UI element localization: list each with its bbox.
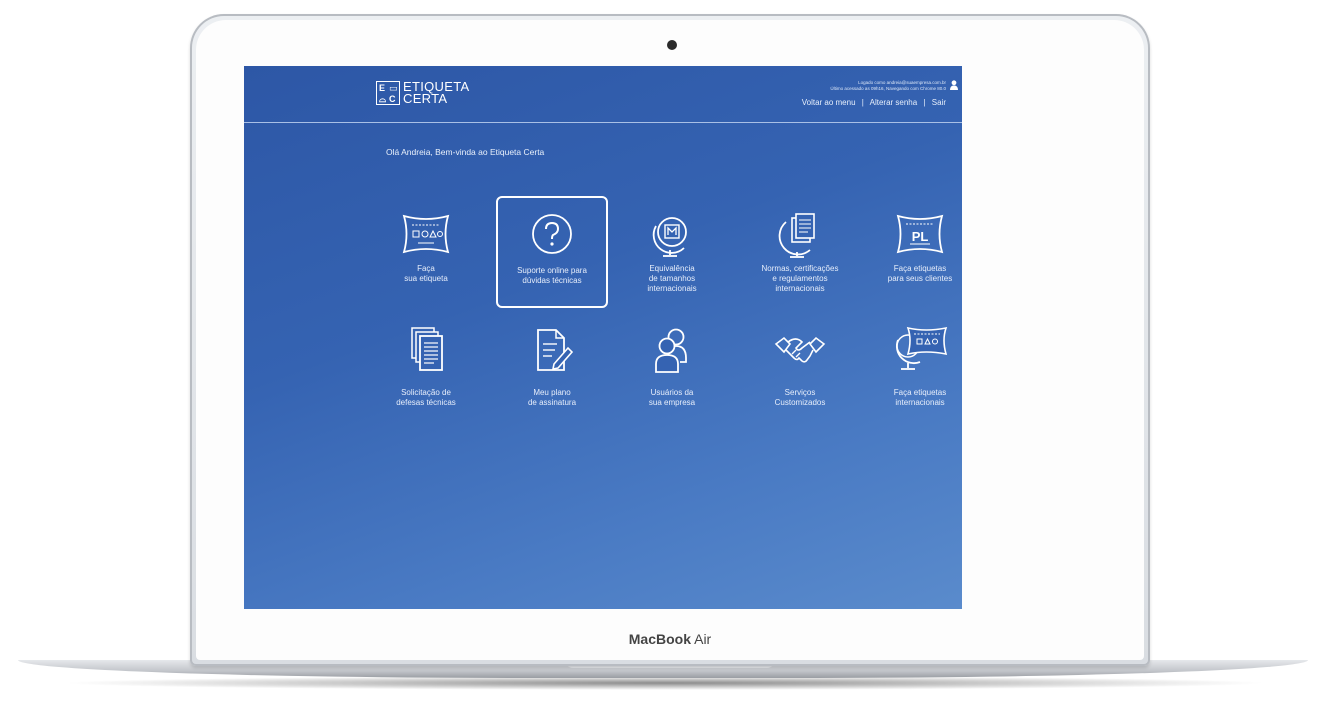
question-circle-icon xyxy=(532,214,572,254)
globe-label-icon xyxy=(895,326,948,370)
logo-text: ETIQUETA CERTA xyxy=(403,79,470,106)
tile-international-labels[interactable]: Faça etiquetas internacionais xyxy=(864,320,962,432)
globe-m-icon xyxy=(652,217,687,257)
tile-label: Faça etiquetas internacionais xyxy=(893,388,947,407)
document-pen-icon xyxy=(537,329,574,371)
camera-icon xyxy=(667,40,677,50)
nav-separator: | xyxy=(861,98,864,107)
svg-text:PL: PL xyxy=(912,229,929,244)
header-divider xyxy=(244,122,962,123)
tile-online-support[interactable]: Suporte online para dúvidas técnicas xyxy=(496,196,608,308)
tile-size-equivalence[interactable]: Equivalência de tamanhos internacionais xyxy=(616,196,728,308)
tile-client-labels[interactable]: PL Faça etiquetas para seus clientes xyxy=(864,196,962,308)
logout-link[interactable]: Sair xyxy=(932,98,946,107)
tile-company-users[interactable]: Usuários da sua empresa xyxy=(616,320,728,432)
documents-stack-icon xyxy=(411,327,443,371)
nav-separator: | xyxy=(923,98,926,107)
welcome-text: Olá Andreia, Bem-vinda ao Etiqueta Certa xyxy=(386,147,545,157)
tile-label: Usuários da sua empresa xyxy=(648,388,696,407)
handshake-icon xyxy=(774,336,826,363)
globe-document-icon xyxy=(778,213,815,258)
tile-technical-defense[interactable]: Solicitação de defesas técnicas xyxy=(370,320,482,432)
tile-label: Solicitação de defesas técnicas xyxy=(396,388,456,407)
user-icon xyxy=(950,80,958,90)
laptop-shadow xyxy=(60,676,1270,690)
tile-label: Serviços Customizados xyxy=(774,388,826,407)
app-screen: E ▭ ⌓ C ETIQUETA CERTA Logado como andre… xyxy=(244,66,962,609)
login-subinfo: Último acessado as 09h16, Navegando com … xyxy=(830,86,946,91)
tile-norms-certifications[interactable]: Normas, certificações e regulamentos int… xyxy=(744,196,856,308)
back-to-menu-link[interactable]: Voltar ao menu xyxy=(802,98,856,107)
tile-label: Meu plano de assinatura xyxy=(527,388,577,407)
pl-label-icon: PL xyxy=(896,214,944,254)
label-shapes-icon xyxy=(402,214,450,254)
header-nav: Voltar ao menu | Alterar senha | Sair xyxy=(802,98,946,107)
tile-label: Suporte online para dúvidas técnicas xyxy=(517,266,587,285)
change-password-link[interactable]: Alterar senha xyxy=(870,98,918,107)
app-logo[interactable]: E ▭ ⌓ C ETIQUETA CERTA xyxy=(376,79,470,106)
tile-label: Faça sua etiqueta xyxy=(404,264,448,283)
header-user-area: Logado como andreia@suaempresa.com.br Úl… xyxy=(802,80,958,107)
users-icon xyxy=(655,328,687,373)
logo-mark-icon: E ▭ ⌓ C xyxy=(376,81,400,105)
tile-label: Equivalência de tamanhos internacionais xyxy=(647,264,697,293)
tile-subscription-plan[interactable]: Meu plano de assinatura xyxy=(496,320,608,432)
device-label: MacBook Air xyxy=(628,631,712,647)
tile-custom-services[interactable]: Serviços Customizados xyxy=(744,320,856,432)
tile-make-label[interactable]: Faça sua etiqueta xyxy=(370,196,482,308)
tile-label: Normas, certificações e regulamentos int… xyxy=(761,264,839,293)
tile-label: Faça etiquetas para seus clientes xyxy=(887,264,953,283)
